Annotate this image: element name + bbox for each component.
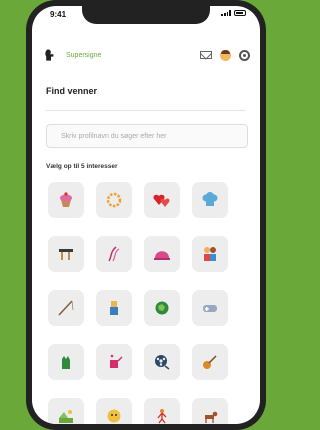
interest-tile[interactable] <box>192 236 228 272</box>
battery-icon <box>234 10 246 16</box>
interest-tile[interactable] <box>192 344 228 380</box>
interest-tile[interactable] <box>192 182 228 218</box>
interest-tile[interactable] <box>144 182 180 218</box>
interest-tile[interactable] <box>48 398 84 424</box>
interest-tile[interactable] <box>144 344 180 380</box>
cupcake-icon <box>60 192 72 207</box>
landscape-icon <box>59 410 73 423</box>
app-logo[interactable] <box>42 46 60 64</box>
interest-tile[interactable] <box>96 398 132 424</box>
gear-icon[interactable] <box>239 49 250 61</box>
interest-tile[interactable] <box>144 398 180 424</box>
wreath-icon <box>106 192 122 208</box>
interest-tile[interactable] <box>48 182 84 218</box>
app-screen: 9:41 Supersigne Find venner Skriv profil… <box>32 6 260 424</box>
search-input[interactable]: Skriv profilnavn du søger efter her <box>46 124 248 148</box>
thread-icon <box>108 246 120 262</box>
dancer-icon <box>157 409 167 424</box>
divider <box>46 110 246 111</box>
guitar-icon <box>203 355 217 369</box>
status-icons <box>221 10 246 16</box>
controller-icon <box>203 305 217 312</box>
clothes-icon <box>110 301 118 315</box>
interest-tile[interactable] <box>192 290 228 326</box>
fishing-rod-icon <box>58 300 74 316</box>
interest-tile[interactable] <box>96 236 132 272</box>
interest-tile[interactable] <box>96 344 132 380</box>
dome-hat-icon <box>154 251 170 260</box>
interests-label: Vælg op til 5 interesser <box>46 163 118 170</box>
chef-hat-icon <box>202 192 218 206</box>
avatar[interactable] <box>220 49 231 61</box>
interests-grid <box>48 182 228 424</box>
app-bar: Supersigne <box>32 42 260 68</box>
mail-icon[interactable] <box>200 51 212 59</box>
film-reel-icon <box>155 355 170 370</box>
interest-tile[interactable] <box>48 236 84 272</box>
interest-tile[interactable] <box>144 236 180 272</box>
family-icon <box>204 247 216 261</box>
phone-frame: 9:41 Supersigne Find venner Skriv profil… <box>26 0 266 430</box>
globe-icon <box>155 301 169 315</box>
interest-tile[interactable] <box>48 344 84 380</box>
dog-icon <box>205 411 218 423</box>
glove-icon <box>62 356 70 369</box>
watering-can-icon <box>110 354 123 368</box>
interest-tile[interactable] <box>144 290 180 326</box>
face-icon <box>107 409 121 423</box>
page-title: Find venner <box>46 86 98 96</box>
interest-tile[interactable] <box>96 182 132 218</box>
interest-tile[interactable] <box>192 398 228 424</box>
hearts-icon <box>153 194 170 207</box>
signal-icon <box>221 10 231 16</box>
notch <box>82 6 210 24</box>
app-title: Supersigne <box>66 51 102 59</box>
status-time: 9:41 <box>50 10 67 19</box>
tools-icon <box>59 249 73 260</box>
interest-tile[interactable] <box>48 290 84 326</box>
interest-tile[interactable] <box>96 290 132 326</box>
